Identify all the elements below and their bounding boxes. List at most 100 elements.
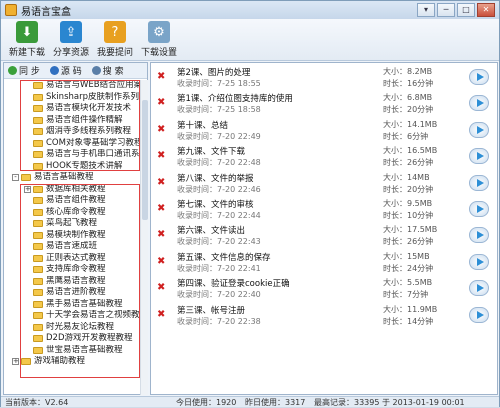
lesson-row[interactable]: ✖ 第四课、验证登录cookie正确 收录时间：7-20 22:40 大小：5.5MB… (151, 276, 497, 301)
delete-icon[interactable]: ✖ (157, 177, 165, 188)
lesson-size: 大小：17.5MB (383, 225, 438, 235)
status-version: 当前版本：V2.64 (5, 398, 69, 407)
status-yesterday: 昨日使用：3317 (245, 398, 306, 407)
lesson-row[interactable]: ✖ 第五课、文件信息的保存 收录时间：7-20 22:41 大小：15MB 时长：24分… (151, 250, 497, 275)
source-icon (49, 66, 59, 75)
highlight-box-advanced (20, 80, 140, 171)
lesson-title: 第六课、文件读出 (177, 226, 246, 237)
play-icon[interactable] (469, 174, 489, 191)
play-icon[interactable] (469, 227, 489, 244)
lesson-duration: 时长：14分钟 (383, 316, 434, 326)
play-icon[interactable] (469, 253, 489, 270)
delete-icon[interactable]: ✖ (157, 124, 165, 135)
play-icon[interactable] (469, 95, 489, 112)
lesson-date: 收录时间：7-20 22:38 (177, 316, 261, 326)
window-title: 易语言宝盒 (21, 6, 71, 18)
lesson-row[interactable]: ✖ 第九课、文件下载 收录时间：7-20 22:48 大小：16.5MB 时长：26分钟 (151, 144, 497, 169)
play-icon[interactable] (469, 280, 489, 297)
lesson-size: 大小：5.5MB (383, 278, 433, 288)
lesson-row[interactable]: ✖ 第七课、文件的审核 收录时间：7-20 22:44 大小：9.5MB 时长：10分钟 (151, 197, 497, 222)
lesson-date: 收录时间：7-20 22:44 (177, 211, 261, 220)
lesson-date: 收录时间：7-25 18:58 (177, 105, 261, 115)
toolbar-button-share[interactable]: ⇪ 分享资源 (49, 19, 93, 59)
delete-icon[interactable]: ✖ (157, 151, 165, 161)
options-button[interactable]: ▾ (417, 3, 435, 17)
maximize-button[interactable]: □ (457, 3, 475, 17)
tree-scrollbar-thumb[interactable] (142, 100, 148, 220)
play-icon[interactable] (469, 69, 489, 85)
lesson-size: 大小：9.5MB (383, 199, 433, 208)
play-icon[interactable] (469, 121, 489, 138)
lesson-duration: 时长：20分钟 (383, 105, 434, 115)
app-window: 易语言宝盒 ▾ ─ □ ✕ ⬇ 新建下载 ⇪ 分享资源 ? 我要提问 ⚙ 下载设置 同 步 源… (0, 0, 500, 407)
search-button[interactable]: 搜 索 (91, 64, 124, 77)
app-logo-icon (5, 4, 17, 16)
delete-icon[interactable]: ✖ (157, 72, 165, 82)
play-icon[interactable] (469, 306, 489, 323)
tree-item[interactable]: - 易语言基础教程 (4, 172, 140, 184)
lesson-duration: 时长：26分钟 (383, 237, 434, 247)
lesson-row[interactable]: ✖ 第十课、总结 收录时间：7-20 22:49 大小：14.1MB 时长：6分钟 (151, 118, 497, 143)
lesson-row[interactable]: ✖ 第六课、文件读出 收录时间：7-20 22:43 大小：17.5MB 时长：26分钟 (151, 223, 497, 248)
toolbar-label: 新建下载 (8, 48, 45, 58)
status-bar: 当前版本：V2.64 今日使用：1920 昨日使用：3317 最高记录：3339… (1, 396, 499, 407)
category-panel: 同 步 源 码 搜 索 易语言与WEB结合应用案 Skinsharp皮肤制作系列易… (3, 62, 148, 395)
play-icon[interactable] (469, 148, 489, 165)
lesson-duration: 时长：6分钟 (383, 131, 429, 141)
download-icon: ⬇ (16, 21, 38, 43)
play-icon[interactable] (469, 201, 489, 217)
lesson-row[interactable]: ✖ 第八课、文件的举报 收录时间：7-20 22:46 大小：14MB 时长：20分钟 (151, 171, 497, 196)
tree-scrollbar[interactable] (140, 80, 148, 395)
toolbar-label: 我要提问 (96, 48, 133, 58)
lesson-list: ✖ 第2课、图片的处理 收录时间：7-25 18:55 大小：8.2MB 时长：16分钟… (150, 62, 498, 395)
close-button[interactable]: ✕ (477, 3, 495, 17)
lesson-size: 大小：16.5MB (383, 146, 438, 156)
source-button[interactable]: 源 码 (49, 64, 82, 77)
lesson-size: 大小：11.9MB (383, 304, 438, 314)
lesson-size: 大小：6.8MB (383, 93, 433, 103)
lesson-date: 收录时间：7-20 22:46 (177, 184, 261, 194)
share-icon: ⇪ (60, 21, 82, 43)
lesson-date: 收录时间：7-20 22:41 (177, 263, 261, 273)
toolbar: ⬇ 新建下载 ⇪ 分享资源 ? 我要提问 ⚙ 下载设置 (1, 19, 499, 61)
expander-icon[interactable]: - (12, 174, 19, 182)
source-label: 源 码 (60, 67, 82, 77)
lesson-row[interactable]: ✖ 第2课、图片的处理 收录时间：7-25 18:55 大小：8.2MB 时长：16分钟 (151, 65, 497, 90)
settings-icon: ⚙ (148, 21, 170, 43)
lesson-row[interactable]: ✖ 第三课、帐号注册 收录时间：7-20 22:38 大小：11.9MB 时长：14分钟 (151, 303, 497, 328)
minimize-button[interactable]: ─ (437, 3, 455, 17)
toolbar-label: 分享资源 (52, 48, 89, 58)
lesson-duration: 时长：16分钟 (383, 79, 434, 88)
delete-icon[interactable]: ✖ (157, 283, 165, 293)
lesson-title: 第2课、图片的处理 (177, 68, 251, 78)
lesson-date: 收录时间：7-25 18:55 (177, 79, 261, 88)
expander-icon[interactable]: + (12, 358, 19, 366)
delete-icon[interactable]: ✖ (157, 98, 165, 108)
lesson-date: 收录时间：7-20 22:43 (177, 237, 261, 247)
delete-icon[interactable]: ✖ (157, 309, 165, 320)
lesson-duration: 时长：24分钟 (383, 263, 434, 273)
lesson-title: 第八课、文件的举报 (177, 173, 254, 184)
toolbar-button-settings[interactable]: ⚙ 下载设置 (137, 19, 181, 59)
lesson-title: 第七课、文件的审核 (177, 200, 254, 210)
toolbar-button-question[interactable]: ? 我要提问 (93, 19, 137, 59)
lesson-title: 第十课、总结 (177, 120, 229, 131)
sync-button[interactable]: 同 步 (8, 64, 40, 77)
lesson-duration: 时长：7分钟 (383, 290, 429, 300)
toolbar-label: 下载设置 (140, 48, 177, 58)
lesson-title: 第三课、帐号注册 (177, 305, 246, 316)
tree-item-label: 易语言基础教程 (34, 172, 94, 182)
title-bar: 易语言宝盒 ▾ ─ □ ✕ (1, 1, 499, 19)
search-label: 搜 索 (102, 67, 124, 77)
delete-icon[interactable]: ✖ (157, 230, 165, 240)
lesson-duration: 时长：20分钟 (383, 184, 434, 194)
lesson-date: 收录时间：7-20 22:40 (177, 290, 261, 300)
delete-icon[interactable]: ✖ (157, 256, 165, 267)
lesson-row[interactable]: ✖ 第1课、介绍位图支持库的使用 收录时间：7-25 18:58 大小：6.8MB 时长… (151, 91, 497, 116)
status-today: 今日使用：1920 (176, 398, 237, 407)
delete-icon[interactable]: ✖ (157, 204, 165, 214)
lesson-duration: 时长：26分钟 (383, 158, 434, 168)
lesson-title: 第1课、介绍位图支持库的使用 (177, 94, 293, 105)
toolbar-button-download[interactable]: ⬇ 新建下载 (5, 19, 49, 59)
search-icon (91, 66, 101, 75)
